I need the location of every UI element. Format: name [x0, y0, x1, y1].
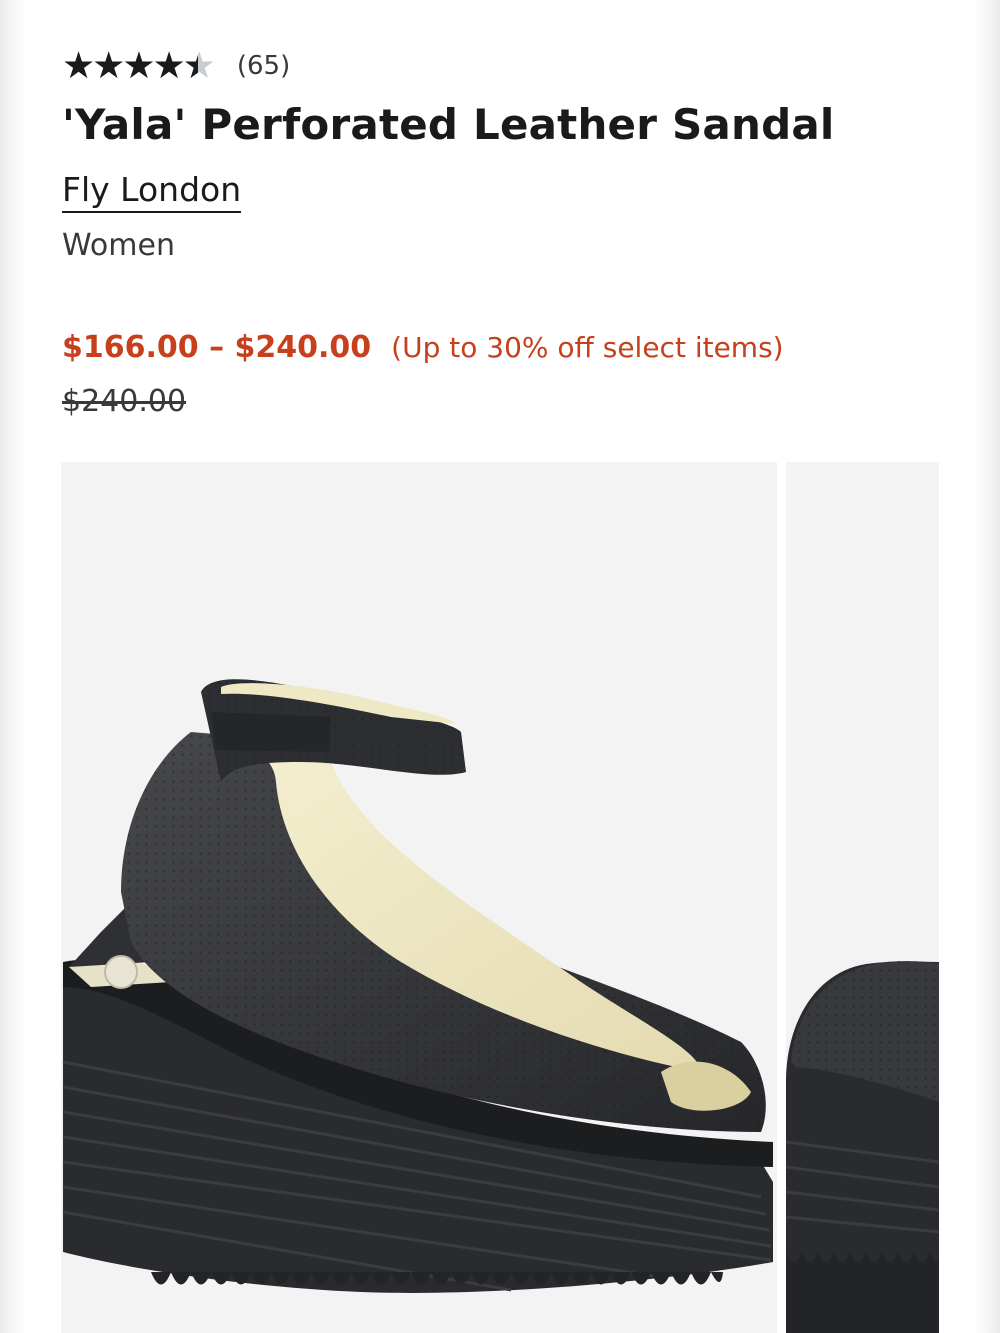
rating-summary[interactable]: ★★★★★ ★★★★★ (65): [62, 46, 290, 86]
product-title: 'Yala' Perforated Leather Sandal: [62, 100, 835, 149]
review-count[interactable]: (65): [237, 51, 290, 81]
page-edge-shadow-left: [0, 0, 26, 1333]
product-page: ★★★★★ ★★★★★ (65) 'Yala' Perforated Leath…: [0, 0, 1000, 1333]
brand-link[interactable]: Fly London: [62, 170, 242, 213]
product-image-main[interactable]: [61, 462, 777, 1333]
star-rating-icon: ★★★★★ ★★★★★: [62, 44, 216, 87]
price-row: $166.00 – $240.00 (Up to 30% off select …: [62, 330, 784, 365]
sandal-angle-view-image: [786, 961, 939, 1333]
sandal-side-view-image: [62, 679, 773, 1293]
star-rating-fill: ★★★★★: [62, 46, 198, 86]
page-edge-shadow-right: [974, 0, 1000, 1333]
product-image-next[interactable]: [786, 462, 939, 1333]
product-category: Women: [62, 228, 175, 263]
sale-price-range: $166.00 – $240.00: [62, 330, 372, 365]
discount-note: (Up to 30% off select items): [391, 331, 784, 364]
product-image-carousel[interactable]: [61, 462, 939, 1333]
original-price: $240.00: [62, 384, 187, 419]
